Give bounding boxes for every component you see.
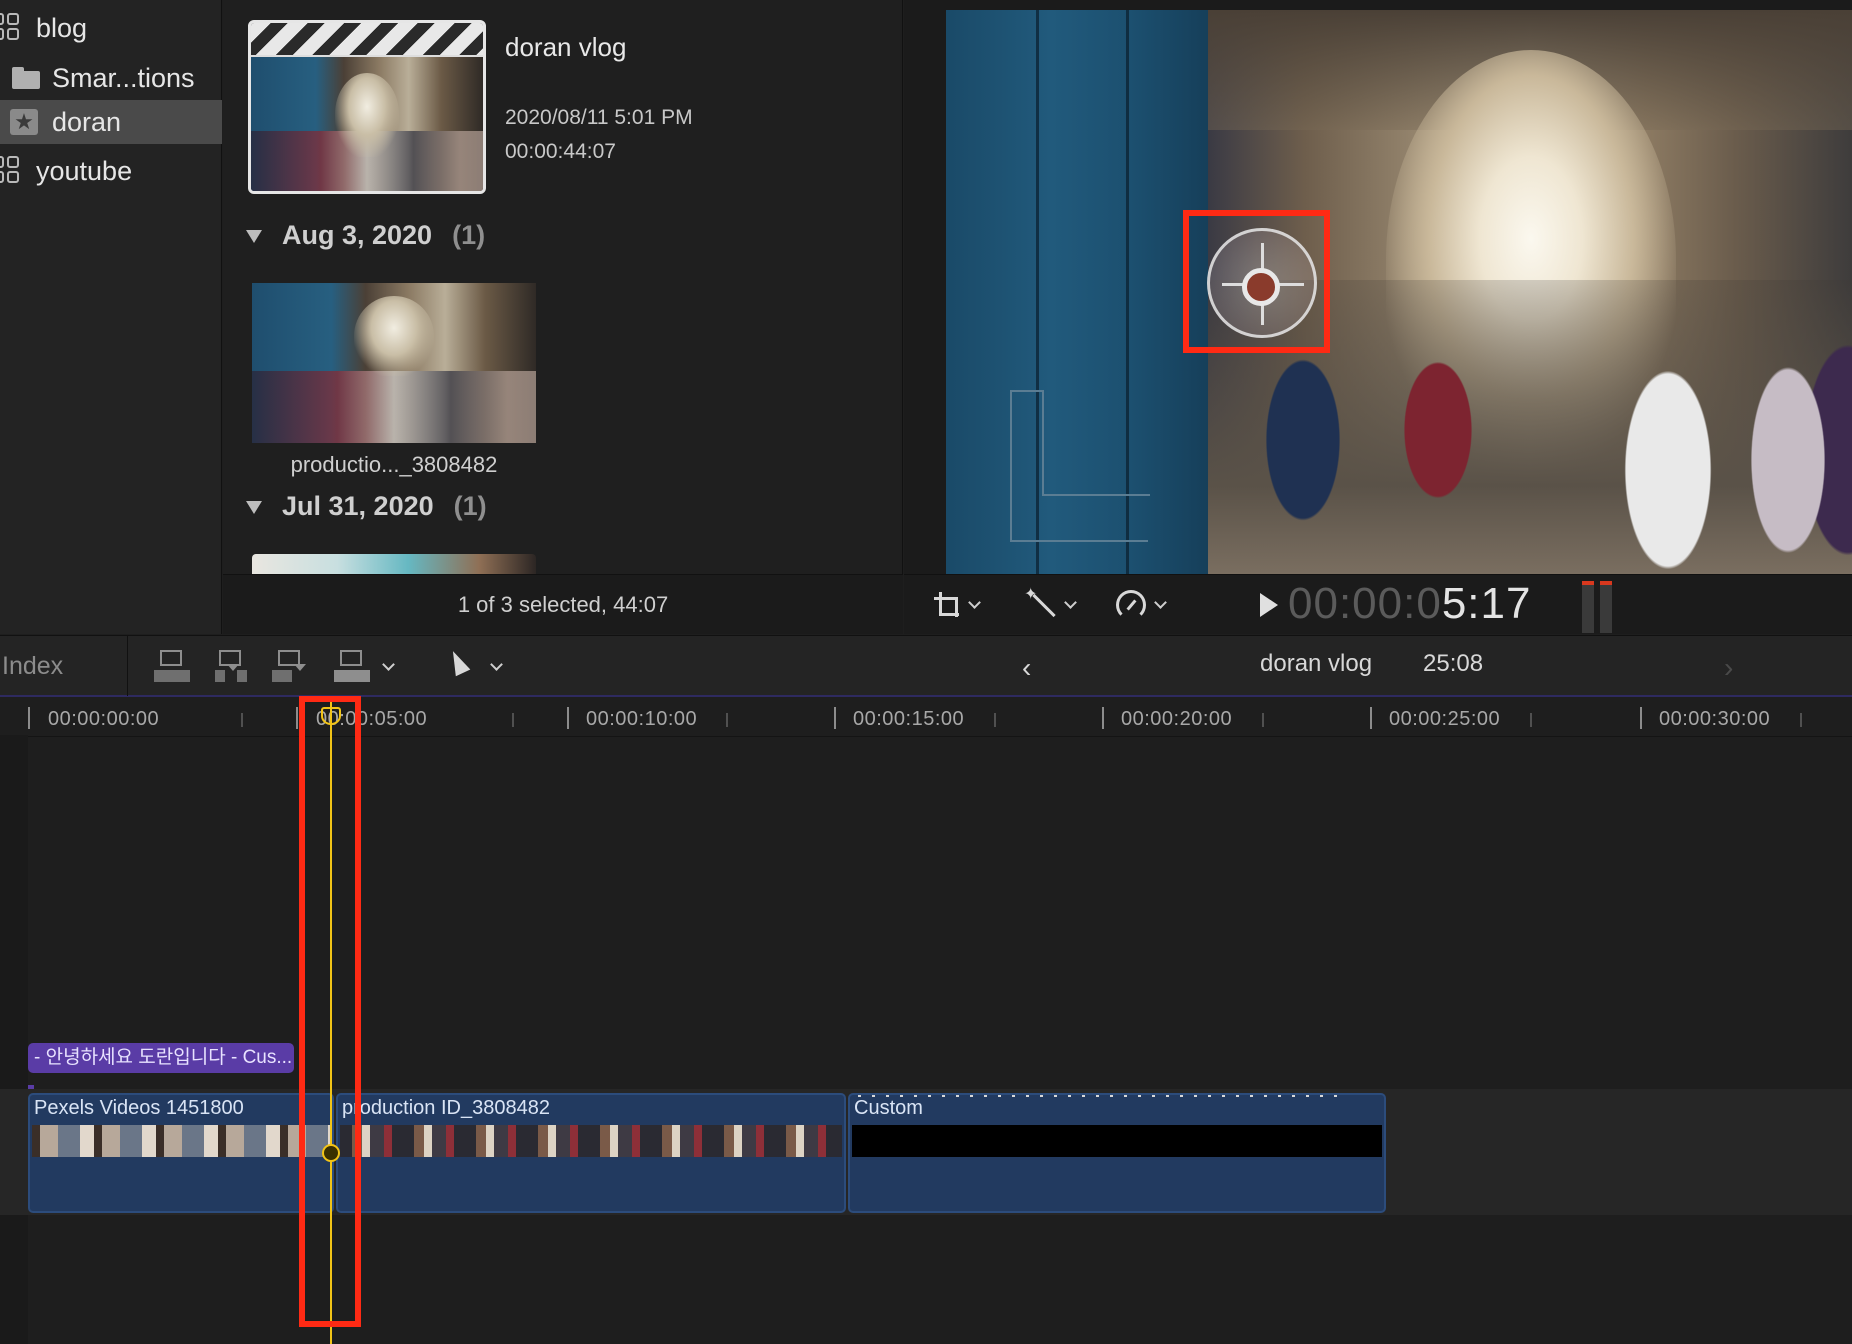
project-thumbnail[interactable] [248,20,486,194]
timeline-back-arrow-icon[interactable]: ‹ [1022,652,1031,684]
sidebar-item-smart-collections[interactable]: Smar...tions [0,56,222,100]
insert-clip-button[interactable] [213,650,251,684]
chevron-down-icon [1064,595,1077,609]
title-clip[interactable]: - 안녕하세요 도란입니다 - Cus... [28,1043,294,1073]
transform-menu[interactable] [934,585,981,625]
target-center-icon[interactable] [1242,268,1280,306]
sidebar-item-label: doran [52,106,122,137]
ruler-label: 00:00:15:00 [853,708,965,730]
library-sidebar: blog Smar...tions ★ doran youtube [0,0,222,634]
viewer-panel: 00:00:05:17 [904,0,1852,634]
timeline-forward-arrow-icon[interactable]: › [1724,652,1733,684]
sidebar-item-label: Smar...tions [52,62,195,93]
chevron-down-icon [1154,595,1167,609]
project-date: 2020/08/11 5:01 PM [505,106,693,129]
clip-filmstrip [32,1125,330,1157]
project-duration: 00:00:44:07 [505,140,616,163]
retime-menu[interactable] [1116,585,1167,625]
generator-clip[interactable]: Custom [848,1093,1386,1213]
speedometer-icon [1116,590,1146,620]
skimmer-knob-icon[interactable] [322,1144,340,1162]
video-clip[interactable]: Pexels Videos 1451800 [28,1093,334,1213]
ruler-label: 00:00:25:00 [1389,708,1501,730]
chevron-down-icon[interactable] [490,658,503,671]
clip-filmstrip [340,1125,842,1157]
connect-clip-button[interactable] [154,650,192,684]
clip-filmstrip [852,1125,1382,1157]
sidebar-item-label: youtube [36,155,133,186]
timeline[interactable]: 00:00:00:00 00:00:05:00 00:00:10:00 00:0… [0,699,1852,1344]
append-icon [294,664,306,671]
date-group-header[interactable]: Jul 31, 2020 (1) [246,491,487,522]
timeline-ruler[interactable]: 00:00:00:00 00:00:05:00 00:00:10:00 00:0… [0,699,1852,737]
ruler-label: 00:00:30:00 [1659,708,1771,730]
playhead-handle-icon[interactable] [321,707,341,725]
overwrite-clip-button[interactable] [334,650,372,684]
enhance-menu[interactable] [1024,584,1077,625]
clip-thumbnail[interactable] [252,283,536,443]
playhead[interactable] [330,699,332,1344]
viewer-video-frame[interactable] [946,10,1852,574]
viewer-toolbar: 00:00:05:17 [904,574,1852,634]
clip-name: productio..._3808482 [290,452,498,477]
select-tool-arrow-icon[interactable] [445,647,471,677]
disclosure-triangle-icon[interactable] [246,501,262,515]
crop-icon [934,592,960,618]
timecode-display[interactable]: 00:00:05:17 [1288,579,1531,629]
clip-name: Custom [854,1097,923,1119]
play-icon[interactable] [1260,593,1278,617]
folder-icon [12,67,40,89]
append-clip-button[interactable] [272,650,310,684]
video-clip[interactable]: production ID_3808482 [336,1093,846,1213]
onscreen-transform-control[interactable] [1183,210,1330,353]
magic-wand-icon [1024,584,1056,620]
star-event-icon: ★ [10,109,38,135]
sidebar-item-blog[interactable]: blog [0,6,222,50]
connect-icon [154,670,190,682]
date-group-header[interactable]: Aug 3, 2020 (1) [246,220,485,251]
timeline-project-duration: 25:08 [1423,650,1484,677]
clip-name: production ID_3808482 [342,1097,550,1119]
audio-meter-left [1582,581,1594,633]
clip-thumbnail[interactable] [252,554,536,574]
clip-name: Pexels Videos 1451800 [34,1097,244,1119]
timeline-project-name: doran vlog [1260,650,1373,677]
sidebar-item-label: blog [36,12,88,43]
selection-status: 1 of 3 selected, 44:07 [223,574,903,634]
sidebar-item-doran[interactable]: ★ doran [0,100,222,144]
index-button[interactable]: Index [0,636,128,696]
ruler-label: 00:00:10:00 [586,708,698,730]
timeline-toolbar: Index ‹ doran vlog 25:08 › [0,635,1852,697]
ruler-label: 00:00:00:00 [48,708,160,730]
chevron-down-icon[interactable] [382,658,395,671]
sidebar-item-youtube[interactable]: youtube [0,149,222,193]
disclosure-triangle-icon[interactable] [246,230,262,244]
ruler-label: 00:00:20:00 [1121,708,1233,730]
audio-meter-right [1600,581,1612,633]
project-title: doran vlog [505,32,627,62]
library-grid-icon [0,13,22,43]
library-grid-icon [0,156,22,186]
overwrite-icon [334,670,370,682]
chevron-down-icon [968,595,981,609]
onscreen-bracket-overlay [1010,390,1150,542]
clapperboard-icon [251,23,483,57]
